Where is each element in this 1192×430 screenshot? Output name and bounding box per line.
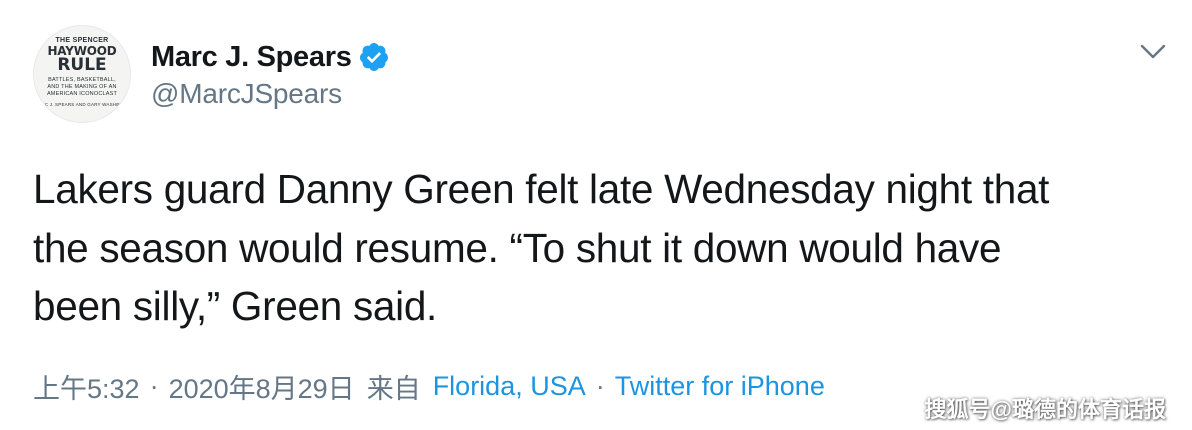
tweet-card: THE SPENCER HAYWOOD RULE BATTLES, BASKET… bbox=[0, 0, 1192, 430]
tweet-meta: 上午5:32 · 2020年8月29日 来自 Florida, USA · Tw… bbox=[33, 367, 825, 406]
author-name-row: Marc J. Spears bbox=[151, 38, 390, 76]
watermark: 搜狐号@璐德的体育话报 bbox=[924, 397, 1166, 422]
author-handle[interactable]: @MarcJSpears bbox=[151, 78, 342, 110]
source-link[interactable]: Twitter for iPhone bbox=[615, 371, 825, 402]
avatar-text-line3: RULE bbox=[57, 55, 107, 75]
avatar-text-line5: AND THE MAKING OF AN bbox=[47, 84, 117, 90]
avatar[interactable]: THE SPENCER HAYWOOD RULE BATTLES, BASKET… bbox=[33, 25, 131, 123]
author-display-name[interactable]: Marc J. Spears bbox=[151, 41, 352, 74]
meta-separator: · bbox=[149, 371, 159, 401]
verified-badge-icon bbox=[359, 43, 388, 71]
chevron-down-icon[interactable] bbox=[1138, 40, 1168, 64]
avatar-text-line7: MARC J. SPEARS AND GARY WASHBURN bbox=[34, 102, 130, 107]
tweet-date[interactable]: 2020年8月29日 bbox=[169, 367, 355, 406]
tweet-text: Lakers guard Danny Green felt late Wedne… bbox=[33, 160, 1173, 336]
tweet-text-line: Lakers guard Danny Green felt late Wedne… bbox=[33, 166, 1050, 212]
avatar-text-line6: AMERICAN ICONOCLAST bbox=[46, 91, 118, 97]
tweet-text-line: the season would resume. “To shut it dow… bbox=[33, 224, 1002, 271]
tweet-time[interactable]: 上午5:32 bbox=[33, 367, 140, 406]
from-label: 来自 bbox=[366, 374, 421, 404]
location-link[interactable]: Florida, USA bbox=[433, 371, 586, 402]
tweet-text-line: been silly,” Green said. bbox=[33, 283, 437, 329]
avatar-text-line4: BATTLES, BASKETBALL, bbox=[48, 77, 116, 83]
meta-separator: · bbox=[595, 371, 605, 401]
